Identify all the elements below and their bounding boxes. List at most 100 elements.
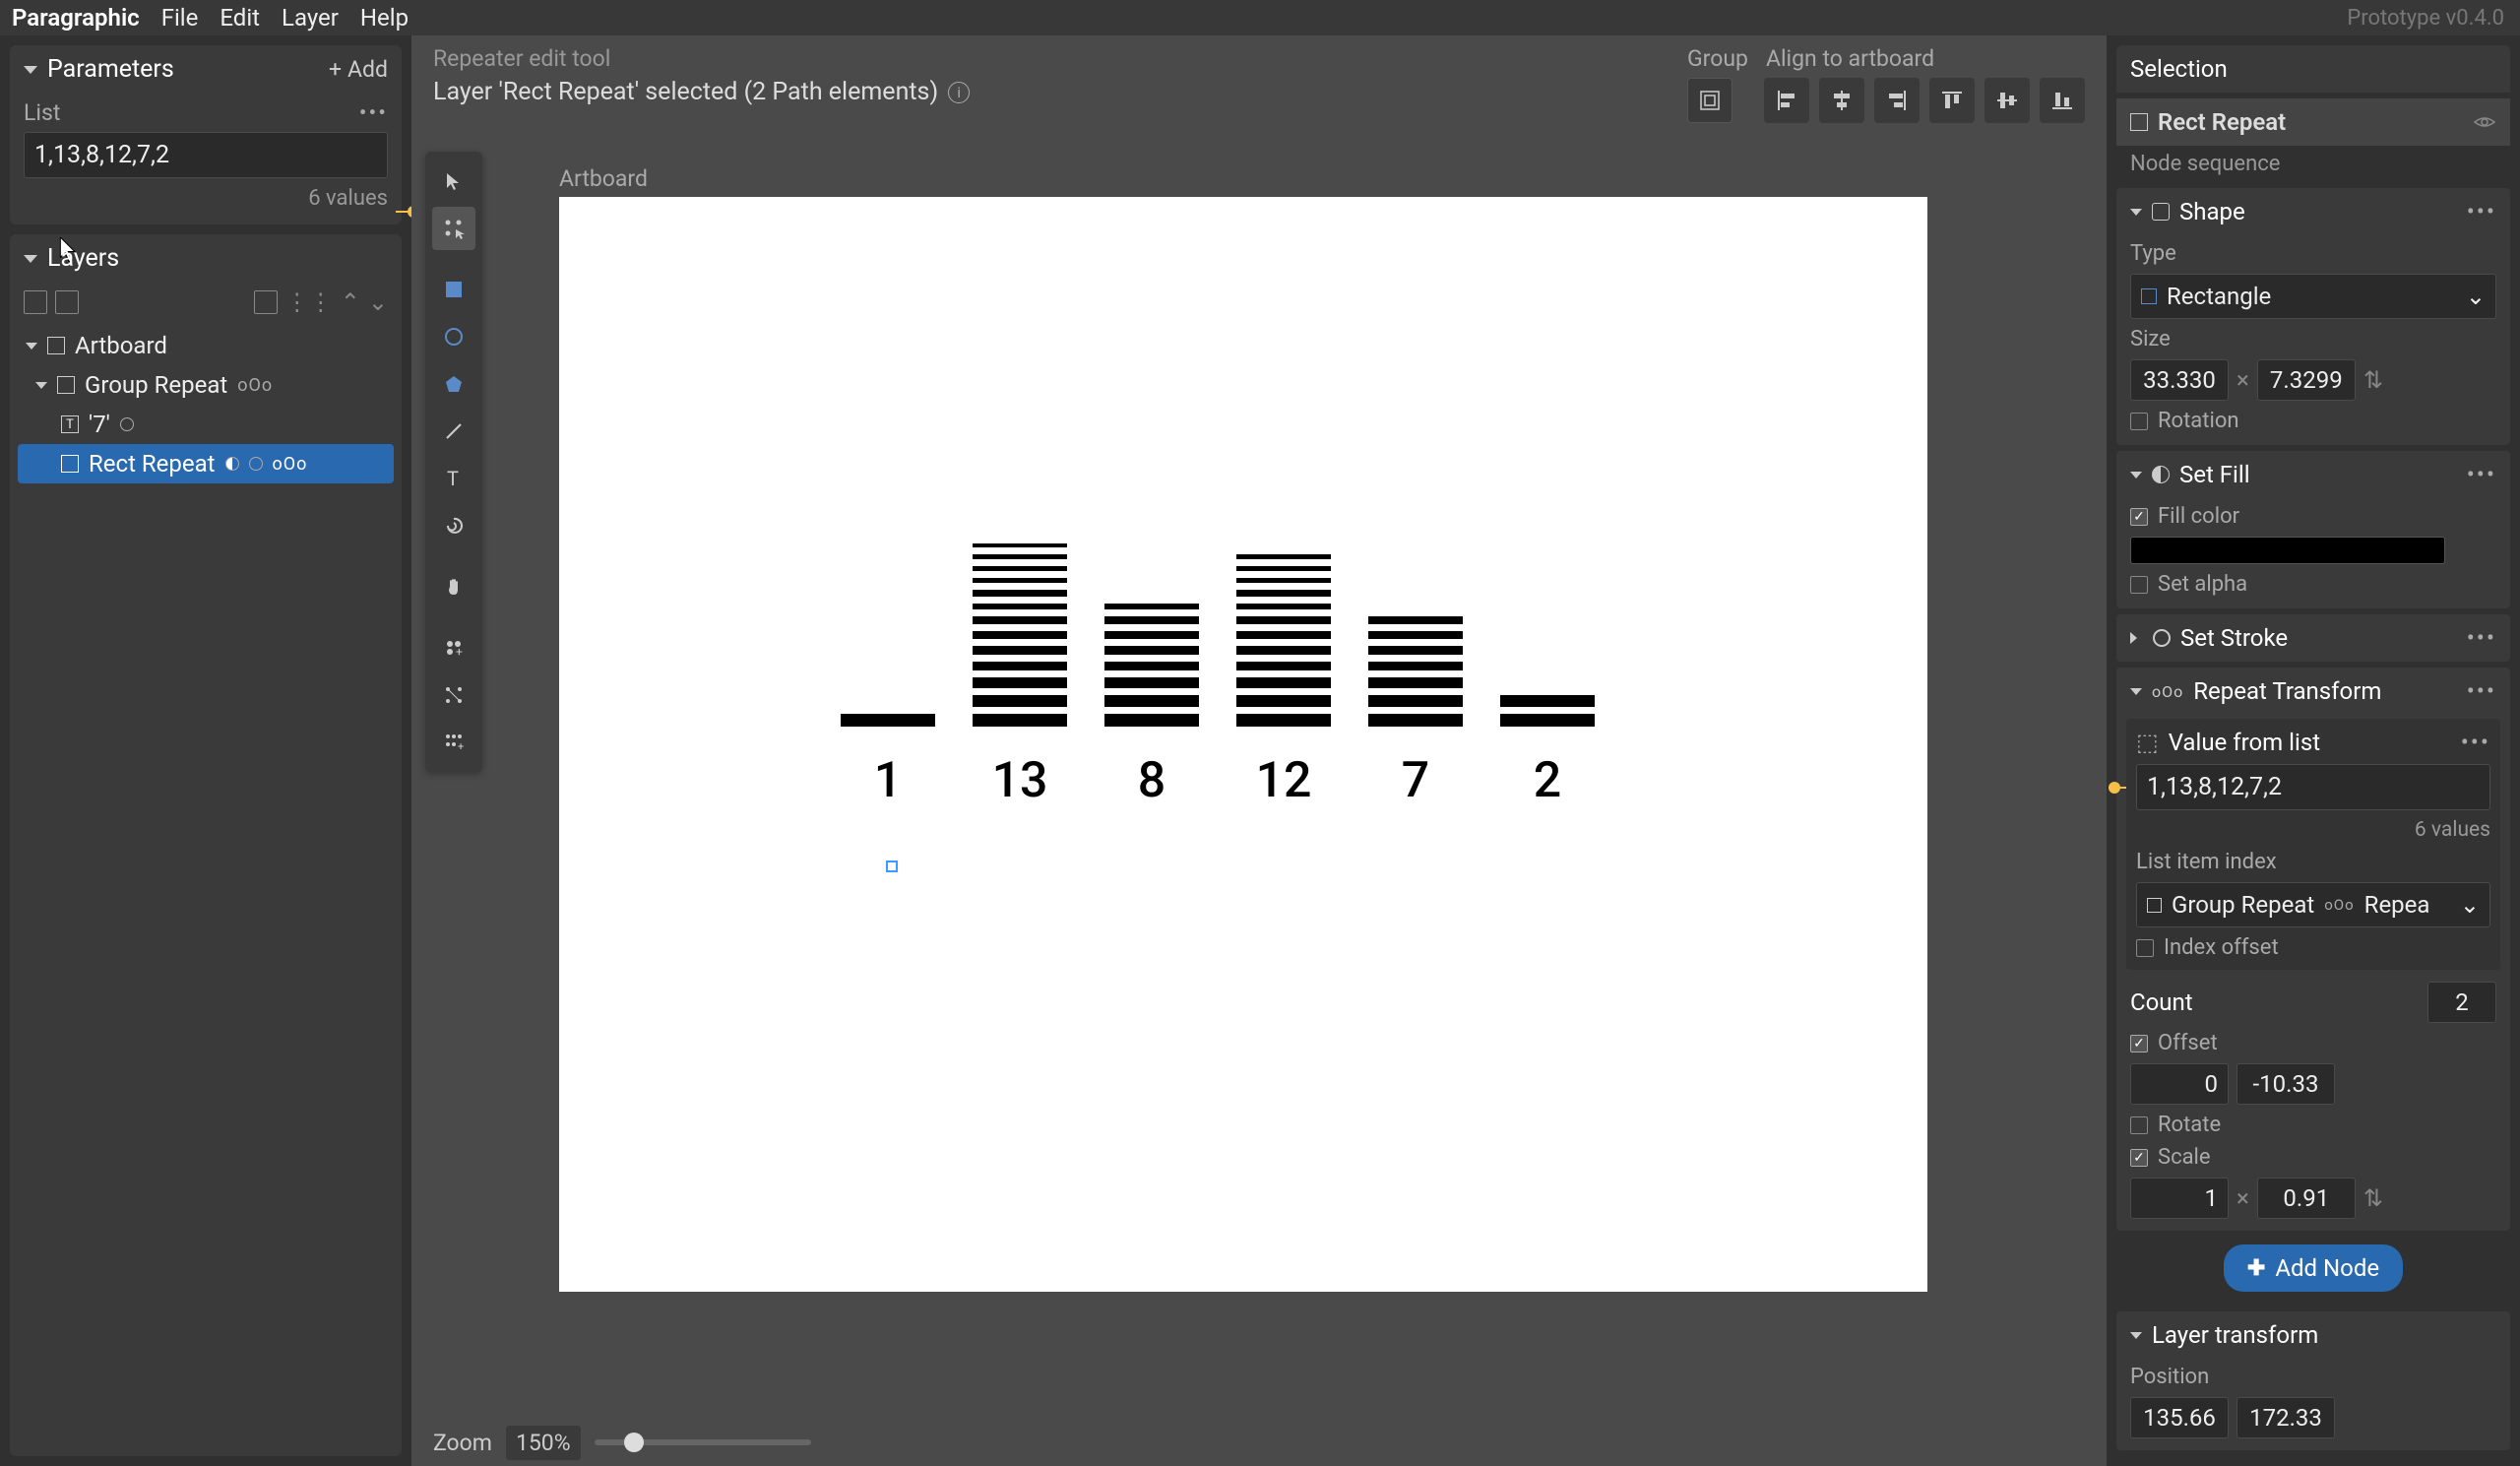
menu-file[interactable]: File	[161, 4, 199, 32]
collapse-icon[interactable]	[2130, 209, 2142, 216]
bar-column[interactable]: 1	[841, 714, 935, 809]
polygon-tool[interactable]	[432, 362, 475, 406]
menu-help[interactable]: Help	[360, 4, 409, 32]
collapse-icon[interactable]	[2130, 1332, 2142, 1339]
new-layer-icon[interactable]	[55, 290, 79, 314]
menu-edit[interactable]: Edit	[220, 4, 260, 32]
add-parameter-button[interactable]: + Add	[329, 56, 388, 83]
collapse-icon[interactable]	[24, 66, 37, 74]
bar-column[interactable]: 13	[973, 543, 1067, 809]
zoom-value: 150%	[506, 1426, 581, 1460]
bar-segment	[973, 554, 1067, 559]
expand-icon[interactable]	[35, 382, 47, 389]
tree-rect-repeat[interactable]: Rect Repeat oOo	[18, 444, 394, 483]
layer-up-icon[interactable]: ⌃	[341, 288, 360, 316]
section-menu-icon[interactable]: •••	[2467, 677, 2496, 705]
submenu-icon[interactable]: •••	[2461, 729, 2490, 756]
list-input[interactable]	[24, 132, 388, 178]
left-panel: Parameters + Add List ••• 6 values	[0, 35, 411, 1466]
bar-label: 2	[1534, 752, 1561, 809]
pos-y-input[interactable]	[2236, 1397, 2335, 1438]
zoom-slider[interactable]	[595, 1439, 811, 1445]
scale-x-input[interactable]	[2130, 1178, 2229, 1219]
tree-artboard[interactable]: Artboard	[18, 326, 394, 365]
expand-icon[interactable]	[2130, 632, 2143, 644]
collapse-icon[interactable]	[24, 255, 37, 263]
text-tool[interactable]: T	[432, 457, 475, 500]
scale-y-input[interactable]	[2257, 1178, 2356, 1219]
node-tool[interactable]	[432, 207, 475, 250]
artboard[interactable]: 1 138127 2	[559, 197, 1927, 1292]
collapse-icon[interactable]	[2130, 688, 2142, 695]
list-menu-icon[interactable]: •••	[359, 99, 388, 126]
offset-x-input[interactable]	[2130, 1063, 2229, 1105]
collapse-icon[interactable]	[2130, 472, 2142, 478]
expand-icon[interactable]	[26, 343, 37, 350]
tree-group-repeat[interactable]: Group Repeat oOo	[18, 365, 394, 405]
tool-strip: T + +	[425, 152, 482, 772]
fill-color-swatch[interactable]	[2130, 537, 2445, 564]
shape-type-select[interactable]: Rectangle ⌄	[2130, 274, 2496, 319]
bar-segment	[1236, 714, 1331, 727]
new-artboard-icon[interactable]	[24, 290, 47, 314]
layer-down-icon[interactable]: ⌄	[368, 288, 388, 316]
list-value-icon: ⬚	[2136, 729, 2159, 756]
bar-segment	[1236, 695, 1331, 707]
menu-layer[interactable]: Layer	[282, 4, 339, 32]
layer-opt1-icon[interactable]	[254, 290, 278, 314]
section-menu-icon[interactable]: •••	[2467, 198, 2496, 225]
index-offset-checkbox[interactable]	[2136, 939, 2154, 957]
width-input[interactable]	[2130, 359, 2229, 401]
stroke-node-icon	[2153, 629, 2171, 647]
add-repeat-tool[interactable]: +	[432, 626, 475, 669]
tree-label: Artboard	[75, 332, 167, 359]
rotation-checkbox[interactable]	[2130, 413, 2148, 430]
canvas[interactable]: Artboard 11381272	[411, 110, 2107, 1419]
info-icon[interactable]: i	[948, 82, 970, 103]
spiral-tool[interactable]	[432, 504, 475, 547]
bar-column[interactable]: 2	[1500, 695, 1595, 809]
bar-segment	[1236, 604, 1331, 610]
count-input[interactable]	[2427, 982, 2496, 1023]
hand-tool[interactable]	[432, 565, 475, 608]
bar-segment	[1236, 554, 1331, 559]
section-menu-icon[interactable]: •••	[2467, 461, 2496, 488]
repeat-list-input[interactable]	[2136, 764, 2490, 810]
pos-x-input[interactable]	[2130, 1397, 2229, 1438]
bar-column[interactable]: 12	[1236, 554, 1331, 809]
offset-checkbox[interactable]: ✓	[2130, 1035, 2148, 1052]
selection-handle[interactable]	[886, 860, 898, 872]
distribute-tool[interactable]	[432, 673, 475, 717]
section-menu-icon[interactable]: •••	[2467, 624, 2496, 652]
index-select[interactable]: Group Repeat oOo Repea ⌄	[2136, 882, 2490, 927]
line-tool[interactable]	[432, 410, 475, 453]
bar-segment	[1368, 616, 1463, 623]
selected-layer-pill[interactable]: Rect Repeat	[2116, 98, 2510, 146]
rect-tool[interactable]	[432, 268, 475, 311]
height-input[interactable]	[2257, 359, 2356, 401]
text-icon: T	[61, 415, 79, 433]
set-alpha-checkbox[interactable]	[2130, 576, 2148, 594]
shape-section: Shape ••• Type Rectangle ⌄ Size × ⇅	[2116, 188, 2510, 445]
fill-color-checkbox[interactable]: ✓	[2130, 508, 2148, 526]
plus-icon: +	[329, 56, 342, 83]
connector-in-icon[interactable]	[2109, 782, 2132, 794]
tree-label: Group Repeat	[85, 371, 227, 399]
select-tool[interactable]	[432, 159, 475, 203]
link-dims-icon[interactable]: ⇅	[2363, 1184, 2383, 1212]
tree-text7[interactable]: T '7'	[18, 405, 394, 444]
rotate-checkbox[interactable]	[2130, 1116, 2148, 1134]
zoom-thumb[interactable]	[624, 1433, 644, 1452]
ellipse-tool[interactable]	[432, 315, 475, 358]
offset-y-input[interactable]	[2236, 1063, 2335, 1105]
bar-label: 1	[874, 752, 902, 809]
grid-tool[interactable]: +	[432, 721, 475, 764]
layer-opt2-icon[interactable]: ⋮⋮	[285, 288, 333, 316]
bar-segment	[1236, 578, 1331, 584]
scale-checkbox[interactable]: ✓	[2130, 1149, 2148, 1167]
visibility-icon[interactable]	[2473, 114, 2496, 130]
add-node-button[interactable]: ✚ Add Node	[2224, 1244, 2403, 1292]
bar-column[interactable]: 8	[1104, 604, 1199, 809]
bar-column[interactable]: 7	[1368, 616, 1463, 809]
link-dims-icon[interactable]: ⇅	[2363, 366, 2383, 394]
